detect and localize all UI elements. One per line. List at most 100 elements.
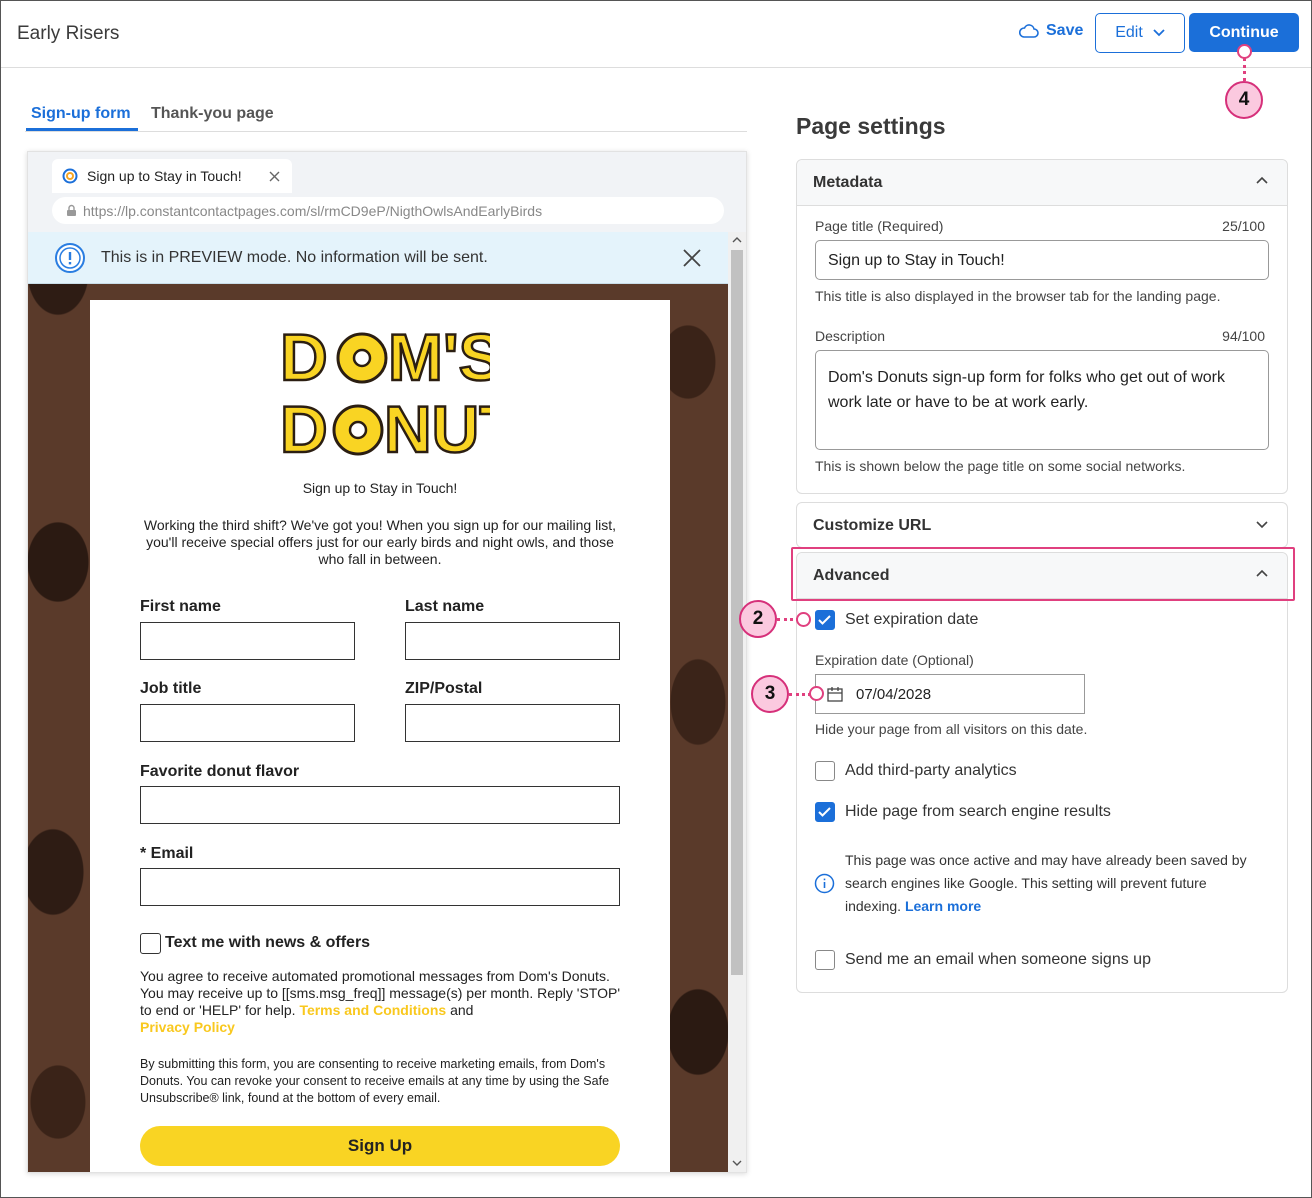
callout-3: 3 bbox=[751, 675, 789, 713]
customize-url-panel[interactable]: Customize URL bbox=[796, 502, 1288, 548]
zip-label: ZIP/Postal bbox=[405, 680, 483, 697]
description-hint: This is shown below the page title on so… bbox=[815, 458, 1186, 474]
active-tab-indicator bbox=[26, 128, 138, 131]
expiration-date-input[interactable]: 07/04/2028 bbox=[815, 674, 1085, 714]
preview-banner: This is in PREVIEW mode. No information … bbox=[28, 232, 728, 284]
svg-text:NUTS: NUTS bbox=[384, 392, 490, 458]
alert-icon bbox=[55, 242, 85, 273]
expiration-date-qualifier: (Optional) bbox=[912, 652, 974, 668]
callout-4: 4 bbox=[1225, 81, 1263, 119]
metadata-header[interactable]: Metadata bbox=[797, 160, 1287, 206]
cloud-icon bbox=[1019, 24, 1039, 38]
tab-thank-you-page[interactable]: Thank-you page bbox=[151, 105, 274, 123]
preview-text: This is in PREVIEW mode. No information … bbox=[101, 248, 488, 266]
last-name-label: Last name bbox=[405, 598, 485, 615]
doms-donuts-logo: D M'S D NUTS bbox=[279, 318, 565, 468]
chevron-down-icon bbox=[1256, 521, 1268, 529]
scroll-down-icon[interactable] bbox=[732, 1160, 742, 1167]
app-window: Early Risers Save Edit Continue Sign-up … bbox=[0, 0, 1312, 1198]
sms-terms: You agree to receive automated promotion… bbox=[140, 968, 630, 1036]
flavor-input[interactable] bbox=[140, 786, 620, 824]
zip-input[interactable] bbox=[405, 704, 620, 742]
address-bar[interactable]: https://lp.constantcontactpages.com/sl/r… bbox=[52, 197, 724, 224]
first-name-input[interactable] bbox=[140, 622, 355, 660]
close-tab-icon[interactable] bbox=[269, 171, 280, 182]
browser-preview: Sign up to Stay in Touch! https://lp.con… bbox=[27, 151, 747, 1173]
close-icon[interactable] bbox=[682, 248, 702, 268]
privacy-link[interactable]: Privacy Policy bbox=[140, 1019, 235, 1035]
calendar-icon[interactable] bbox=[827, 686, 843, 702]
description-textarea[interactable]: Dom's Donuts sign-up form for folks who … bbox=[815, 350, 1269, 450]
callout-2: 2 bbox=[739, 600, 777, 638]
save-label: Save bbox=[1046, 22, 1084, 39]
email-notify-label: Send me an email when someone signs up bbox=[845, 951, 1151, 968]
preview-scrollbar[interactable] bbox=[728, 232, 746, 1172]
email-input[interactable] bbox=[140, 868, 620, 906]
job-title-input[interactable] bbox=[140, 704, 355, 742]
save-button[interactable]: Save bbox=[1019, 22, 1083, 40]
customize-url-title: Customize URL bbox=[813, 517, 932, 534]
callout-3-line bbox=[789, 693, 811, 696]
and-text: and bbox=[450, 1002, 474, 1018]
learn-more-link[interactable]: Learn more bbox=[905, 898, 981, 914]
edit-dropdown-button[interactable]: Edit bbox=[1095, 13, 1185, 53]
checkmark-icon bbox=[818, 615, 831, 625]
svg-text:M'S: M'S bbox=[388, 320, 490, 394]
callout-4-dot bbox=[1237, 44, 1252, 59]
tab-sign-up-form[interactable]: Sign-up form bbox=[31, 105, 131, 123]
lock-icon bbox=[67, 204, 76, 216]
page-name: Early Risers bbox=[17, 23, 120, 44]
callout-4-line bbox=[1243, 58, 1246, 81]
svg-text:D: D bbox=[280, 392, 328, 458]
scroll-up-icon[interactable] bbox=[732, 236, 742, 243]
hide-search-checkbox[interactable] bbox=[815, 802, 835, 822]
sign-up-button[interactable]: Sign Up bbox=[140, 1126, 620, 1166]
info-icon bbox=[814, 873, 835, 894]
analytics-label: Add third-party analytics bbox=[845, 762, 1017, 779]
analytics-checkbox[interactable] bbox=[815, 761, 835, 781]
page-title-hint: This title is also displayed in the brow… bbox=[815, 288, 1221, 304]
metadata-title: Metadata bbox=[813, 174, 883, 191]
top-bar: Early Risers Save Edit Continue bbox=[1, 1, 1311, 68]
callout-2-dot bbox=[796, 612, 811, 627]
url-text: https://lp.constantcontactpages.com/sl/r… bbox=[83, 202, 543, 219]
description-count: 94/100 bbox=[1222, 328, 1265, 344]
indexing-info: This page was once active and may have a… bbox=[845, 849, 1265, 918]
browser-tab-title: Sign up to Stay in Touch! bbox=[87, 168, 242, 184]
site-favicon-icon bbox=[62, 168, 78, 184]
advanced-highlight bbox=[791, 547, 1295, 601]
advanced-panel: Advanced Set expiration date Expiration … bbox=[796, 552, 1288, 993]
svg-text:D: D bbox=[280, 320, 330, 394]
page-settings-title: Page settings bbox=[796, 113, 946, 139]
browser-tab[interactable]: Sign up to Stay in Touch! bbox=[52, 159, 292, 193]
chevron-down-icon bbox=[1153, 29, 1165, 37]
page-title-label: Page title (Required) bbox=[815, 218, 943, 234]
flavor-label: Favorite donut flavor bbox=[140, 763, 300, 780]
page-viewport: This is in PREVIEW mode. No information … bbox=[28, 232, 728, 1172]
expiration-date-label: Expiration date (Optional) bbox=[815, 652, 974, 668]
set-expiration-label: Set expiration date bbox=[845, 611, 979, 628]
first-name-label: First name bbox=[140, 598, 221, 615]
signup-form: D M'S D NUTS Sign up to Stay in Touch! W… bbox=[90, 300, 670, 1172]
hide-search-label: Hide page from search engine results bbox=[845, 803, 1111, 820]
page-title-qualifier: (Required) bbox=[877, 218, 944, 234]
email-label: * Email bbox=[140, 845, 194, 862]
email-notify-checkbox[interactable] bbox=[815, 950, 835, 970]
chevron-up-icon bbox=[1256, 176, 1268, 184]
editor-tabs: Sign-up form Thank-you page bbox=[25, 100, 747, 132]
set-expiration-checkbox[interactable] bbox=[815, 610, 835, 630]
job-title-label: Job title bbox=[140, 680, 202, 697]
edit-label: Edit bbox=[1115, 24, 1143, 41]
sms-checkbox[interactable] bbox=[140, 933, 161, 954]
description-label: Description bbox=[815, 328, 886, 344]
expiration-date-value: 07/04/2028 bbox=[856, 686, 932, 703]
form-heading: Sign up to Stay in Touch! bbox=[302, 480, 458, 496]
expiration-hint: Hide your page from all visitors on this… bbox=[815, 721, 1088, 737]
page-title-label-text: Page title bbox=[815, 218, 874, 234]
consent-text: By submitting this form, you are consent… bbox=[140, 1057, 610, 1105]
terms-link[interactable]: Terms and Conditions bbox=[299, 1002, 446, 1018]
page-title-input[interactable]: Sign up to Stay in Touch! bbox=[815, 240, 1269, 280]
checkmark-icon bbox=[818, 807, 831, 817]
page-title-count: 25/100 bbox=[1222, 218, 1265, 234]
last-name-input[interactable] bbox=[405, 622, 620, 660]
